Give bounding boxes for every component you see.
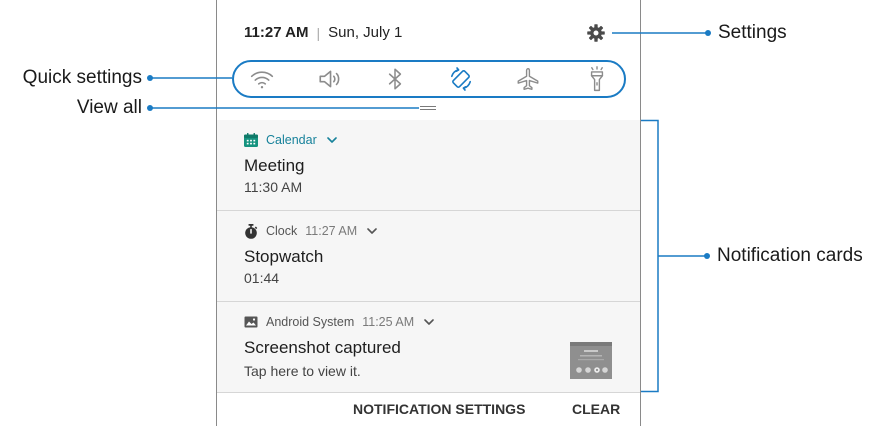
stopwatch-icon — [245, 223, 258, 239]
notification-cards-callout-dot — [704, 253, 710, 259]
volume-icon[interactable] — [317, 66, 343, 92]
notification-title: Screenshot captured — [244, 338, 401, 357]
clear-button[interactable]: CLEAR — [572, 393, 620, 426]
chevron-down-icon[interactable] — [367, 228, 377, 234]
notification-title: Stopwatch — [244, 247, 324, 266]
notification-card-calendar[interactable]: Calendar Meeting 11:30 AM — [217, 120, 640, 211]
notification-app-name: Calendar — [266, 133, 317, 147]
chevron-down-icon[interactable] — [326, 137, 337, 143]
quick-settings-callout-label: Quick settings — [22, 67, 142, 88]
status-date: Sun, July 1 — [328, 24, 403, 41]
view-all-callout-label: View all — [76, 97, 142, 118]
flashlight-icon[interactable] — [584, 66, 610, 92]
notification-title: Meeting — [244, 156, 305, 175]
notification-text: 11:30 AM — [244, 179, 303, 195]
notification-time: 11:25 AM — [362, 315, 415, 329]
status-row: 11:27 AM | Sun, July 1 — [244, 24, 402, 42]
gear-icon[interactable] — [586, 23, 606, 43]
notification-cards-bracket — [641, 119, 659, 393]
notification-footer: NOTIFICATION SETTINGS CLEAR — [217, 393, 640, 426]
quick-settings-callout-dot — [147, 75, 153, 81]
notification-header: Android System 11:25 AM — [244, 313, 434, 331]
drag-handle-icon[interactable] — [420, 106, 436, 110]
auto-rotate-icon[interactable] — [448, 66, 474, 92]
notification-panel-diagram: 11:27 AM | Sun, July 1 Calendar Meeting … — [0, 0, 885, 426]
bluetooth-icon[interactable] — [382, 66, 408, 92]
notification-header: Calendar — [244, 131, 337, 149]
quick-settings-bar — [232, 60, 626, 98]
status-separator: | — [316, 25, 321, 41]
notification-settings-button[interactable]: NOTIFICATION SETTINGS — [353, 393, 525, 426]
notification-card-android-system[interactable]: Android System 11:25 AM Screenshot captu… — [217, 302, 640, 393]
settings-callout-dot — [705, 30, 711, 36]
notification-cards-callout-label: Notification cards — [717, 245, 863, 266]
notification-time: 11:27 AM — [305, 224, 358, 238]
notification-card-clock[interactable]: Clock 11:27 AM Stopwatch 01:44 — [217, 211, 640, 302]
view-all-callout-dot — [147, 105, 153, 111]
settings-callout-label: Settings — [718, 22, 787, 43]
chevron-down-icon[interactable] — [424, 319, 434, 325]
status-time: 11:27 AM — [244, 24, 309, 41]
wifi-icon[interactable] — [249, 66, 275, 92]
airplane-mode-icon[interactable] — [515, 66, 541, 92]
notification-cards: Calendar Meeting 11:30 AM Clock 11:27 AM… — [217, 120, 640, 393]
notification-panel: 11:27 AM | Sun, July 1 Calendar Meeting … — [216, 0, 641, 426]
image-icon — [244, 316, 258, 328]
notification-app-name: Android System — [266, 315, 355, 329]
notification-header: Clock 11:27 AM — [244, 222, 377, 240]
notification-text: 01:44 — [244, 270, 280, 286]
screenshot-thumbnail — [570, 342, 612, 379]
notification-text: Tap here to view it. — [244, 363, 361, 379]
calendar-icon — [244, 133, 258, 147]
notification-app-name: Clock — [266, 224, 298, 238]
